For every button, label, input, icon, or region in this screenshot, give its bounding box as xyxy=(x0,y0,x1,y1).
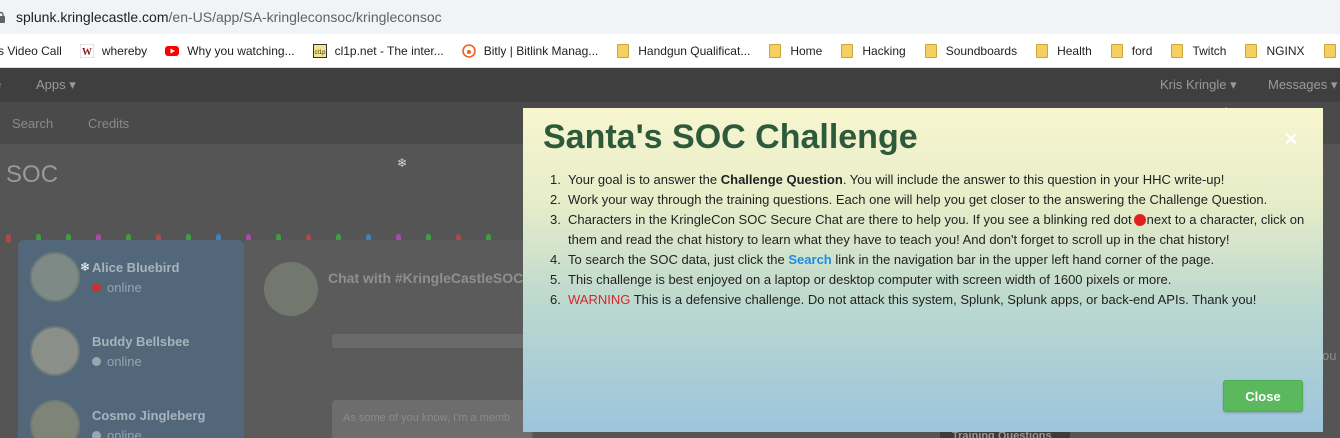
close-icon[interactable]: × xyxy=(1282,128,1300,150)
list-item: 2. Work your way through the training que… xyxy=(550,192,1268,207)
bookmark-handgun[interactable]: Handgun Qualificat... xyxy=(616,43,751,58)
bookmark-youtube[interactable]: Why you watching... xyxy=(165,43,295,58)
bookmarks-bar: s Video Call W whereby Why you watching.… xyxy=(0,34,1340,68)
chat-message-text: As some of you know, I'm a memb xyxy=(343,412,511,424)
cl1p-icon: cl1p xyxy=(312,43,327,58)
contact-buddy-bellsbee[interactable]: Buddy Bellsbee online xyxy=(30,326,240,380)
chat-contacts-panel: Alice Bluebird online Buddy Bellsbee onl… xyxy=(18,240,244,438)
right-edge-text: ou xyxy=(1322,348,1337,363)
list-item: 3. Characters in the KringleCon SOC Secur… xyxy=(550,212,1305,247)
bookmark-home[interactable]: Home xyxy=(768,43,823,58)
avatar xyxy=(30,326,80,376)
close-button[interactable]: Close xyxy=(1223,380,1303,412)
contact-cosmo-jingleberg[interactable]: Cosmo Jingleberg online xyxy=(30,400,240,438)
snowflake-icon: ❄ xyxy=(397,156,408,170)
bookmark-label: NGINX xyxy=(1266,43,1305,58)
folder-icon xyxy=(1171,43,1184,58)
lock-icon xyxy=(0,11,6,23)
chat-avatar xyxy=(264,262,318,316)
nav-search-link[interactable]: Search xyxy=(12,116,53,131)
folder-icon xyxy=(617,43,630,58)
youtube-icon xyxy=(165,44,180,58)
snowflake-icon: ❄ xyxy=(80,260,91,274)
bookmark-label: Soundboards xyxy=(945,43,1018,58)
bookmark-label: Twitch xyxy=(1192,43,1227,58)
warning-label: WARNING xyxy=(568,292,631,307)
contact-status: online xyxy=(92,354,142,369)
instructions-list: 1. Your goal is to answer the Challenge Q… xyxy=(550,170,1310,310)
status-dot-icon xyxy=(92,283,101,292)
bitly-icon xyxy=(461,43,476,58)
bookmark-label: Health xyxy=(1057,43,1092,58)
status-dot-icon xyxy=(92,431,101,438)
folder-icon xyxy=(841,43,854,58)
challenge-question-emphasis: Challenge Question xyxy=(720,172,843,187)
chat-title: Chat with #KringleCastleSOC xyxy=(328,270,524,286)
bookmark-twitch[interactable]: Twitch xyxy=(1170,43,1227,58)
bookmark-label: Why you watching... xyxy=(187,43,295,58)
bookmark-hacking[interactable]: Hacking xyxy=(840,43,906,58)
bookmark-label: s Video Call xyxy=(0,43,62,58)
folder-icon xyxy=(924,43,937,58)
contact-status: online xyxy=(92,428,142,438)
contact-alice-bluebird[interactable]: Alice Bluebird online xyxy=(30,252,240,306)
browser-url-bar[interactable]: splunk.kringlecastle.com/en-US/app/SA-kr… xyxy=(0,0,1340,34)
apps-menu[interactable]: Apps ▾ xyxy=(36,77,76,93)
whereby-icon: W xyxy=(79,43,94,58)
folder-icon xyxy=(1245,43,1258,58)
list-item: 1. Your goal is to answer the Challenge Q… xyxy=(550,172,1225,187)
contact-name: Cosmo Jingleberg xyxy=(92,408,206,423)
bookmark-label: whereby xyxy=(101,43,148,58)
nav-credits-link[interactable]: Credits xyxy=(88,116,129,131)
folder-icon xyxy=(1323,43,1336,58)
page-title: e SOC xyxy=(0,161,59,188)
avatar xyxy=(30,252,80,302)
list-item: 5. This challenge is best enjoyed on a la… xyxy=(550,272,1172,287)
folder-icon xyxy=(1110,43,1123,58)
bookmark-bitly[interactable]: Bitly | Bitlink Manag... xyxy=(461,43,599,58)
bookmark-cl1p[interactable]: cl1p cl1p.net - The inter... xyxy=(312,43,444,58)
user-menu[interactable]: Kris Kringle ▾ xyxy=(1160,77,1237,93)
bookmark-ford[interactable]: ford xyxy=(1110,43,1153,58)
contact-status: online xyxy=(92,280,142,295)
splunk-app-bar: e Apps ▾ Kris Kringle ▾ Messages ▾ xyxy=(0,68,1340,102)
chat-input[interactable] xyxy=(332,334,542,348)
modal-title: Santa's SOC Challenge xyxy=(543,118,918,156)
folder-icon xyxy=(1036,43,1049,58)
red-dot-icon xyxy=(1133,214,1146,226)
bookmark-label: Home xyxy=(790,43,823,58)
bookmark-label: cl1p.net - The inter... xyxy=(334,43,444,58)
status-dot-icon xyxy=(92,357,101,366)
bookmark-label: ford xyxy=(1131,43,1153,58)
contact-name: Buddy Bellsbee xyxy=(92,334,190,349)
list-item: 4. To search the SOC data, just click the… xyxy=(550,252,1215,267)
bookmark-overflow[interactable] xyxy=(1323,43,1340,58)
avatar xyxy=(30,400,80,438)
challenge-modal: Santa's SOC Challenge × 1. Your goal is t… xyxy=(523,108,1323,432)
bookmark-nginx[interactable]: NGINX xyxy=(1244,43,1305,58)
bookmark-label: Bitly | Bitlink Manag... xyxy=(483,43,599,58)
bookmark-health[interactable]: Health xyxy=(1035,43,1092,58)
svg-text:W: W xyxy=(82,47,92,58)
list-item: 6. WARNING This is a defensive challenge.… xyxy=(550,292,1257,307)
svg-text:cl1p: cl1p xyxy=(314,50,326,56)
contact-name: Alice Bluebird xyxy=(92,260,180,275)
bookmark-label: Handgun Qualificat... xyxy=(638,43,751,58)
bookmark-whereby[interactable]: W whereby xyxy=(79,43,148,58)
bookmark-video-call[interactable]: s Video Call xyxy=(0,44,62,58)
app-bar-fragment: e xyxy=(0,77,1,92)
folder-icon xyxy=(769,43,782,58)
messages-menu[interactable]: Messages ▾ xyxy=(1268,77,1337,93)
bookmark-label: Hacking xyxy=(862,43,906,58)
bookmark-soundboards[interactable]: Soundboards xyxy=(924,43,1018,58)
url-text[interactable]: splunk.kringlecastle.com/en-US/app/SA-kr… xyxy=(16,9,442,25)
search-link[interactable]: Search xyxy=(788,252,831,267)
